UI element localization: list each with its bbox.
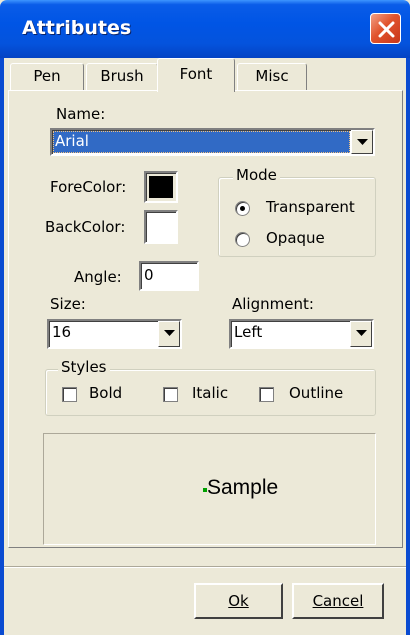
window-title: Attributes: [22, 17, 132, 39]
alignment-combo[interactable]: Left: [229, 319, 374, 349]
alignment-value: Left: [234, 323, 263, 341]
tab-misc-label: Misc: [255, 67, 289, 85]
radio-transparent[interactable]: [235, 201, 250, 216]
sample-text: Sample: [207, 476, 279, 499]
chevron-down-icon: [356, 330, 367, 336]
forecolor-label: ForeColor:: [50, 178, 127, 196]
radio-transparent-label[interactable]: Transparent: [266, 198, 355, 216]
bottom-separator: [4, 566, 406, 568]
tab-brush[interactable]: Brush: [86, 63, 158, 90]
backcolor-label: BackColor:: [45, 218, 126, 236]
tab-brush-label: Brush: [100, 67, 144, 85]
tab-font[interactable]: Font: [157, 58, 235, 92]
window-frame-left: [0, 58, 4, 635]
checkbox-bold[interactable]: [62, 387, 77, 402]
chevron-down-icon: [357, 139, 368, 145]
size-value: 16: [52, 323, 72, 341]
backcolor-swatch[interactable]: [144, 210, 178, 244]
angle-value: 0: [144, 266, 154, 284]
font-name-dropdown-button[interactable]: [351, 130, 373, 154]
sample-preview: Sample: [43, 433, 376, 545]
radio-opaque-label[interactable]: Opaque: [266, 229, 325, 247]
checkbox-italic-label[interactable]: Italic: [192, 384, 228, 402]
font-name-combo[interactable]: Arial: [50, 128, 375, 156]
checkbox-outline-label[interactable]: Outline: [289, 384, 343, 402]
mode-group-title: Mode: [233, 166, 280, 184]
size-dropdown-button[interactable]: [158, 321, 180, 347]
window-frame-right: [406, 58, 410, 635]
forecolor-swatch[interactable]: [144, 171, 178, 203]
tab-font-label: Font: [179, 65, 213, 83]
size-label: Size:: [50, 295, 86, 313]
ok-button[interactable]: Ok: [194, 583, 283, 619]
close-icon: [378, 21, 395, 38]
radio-selected-dot: [240, 206, 245, 211]
ok-button-label: Ok: [228, 592, 249, 610]
cancel-button-label: Cancel: [312, 592, 364, 610]
cancel-button[interactable]: Cancel: [292, 583, 384, 619]
tab-misc[interactable]: Misc: [237, 63, 307, 90]
chevron-down-icon: [164, 330, 175, 336]
tab-pen-label: Pen: [33, 67, 61, 85]
angle-input[interactable]: 0: [139, 261, 199, 291]
forecolor-fill: [149, 176, 173, 198]
alignment-label: Alignment:: [232, 295, 314, 313]
size-combo[interactable]: 16: [47, 319, 182, 349]
checkbox-italic[interactable]: [163, 387, 178, 402]
alignment-dropdown-button[interactable]: [350, 321, 372, 347]
checkbox-outline[interactable]: [259, 387, 274, 402]
radio-opaque[interactable]: [235, 232, 250, 247]
font-name-selection: [53, 131, 350, 153]
tab-pen[interactable]: Pen: [10, 63, 84, 90]
styles-group-title: Styles: [58, 358, 110, 376]
close-button[interactable]: [370, 13, 401, 44]
checkbox-bold-label[interactable]: Bold: [89, 384, 122, 402]
name-label: Name:: [56, 105, 106, 123]
angle-label: Angle:: [74, 268, 122, 286]
font-name-value: Arial: [55, 132, 89, 150]
